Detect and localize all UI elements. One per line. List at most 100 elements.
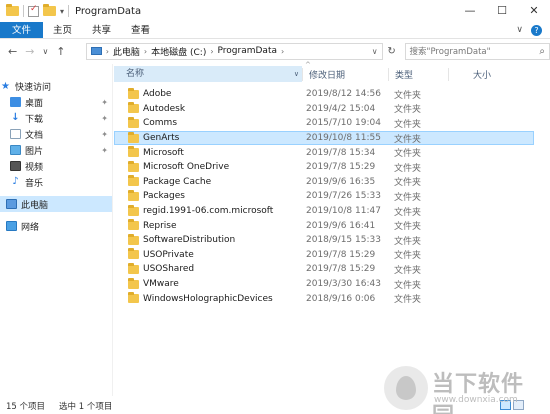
- documents-icon: [10, 129, 21, 139]
- file-row[interactable]: USOShared 2019/7/8 15:29 文件夹: [114, 262, 534, 277]
- file-row[interactable]: Autodesk 2019/4/2 15:04 文件夹: [114, 102, 534, 117]
- file-type: 文件夹: [394, 163, 422, 174]
- ribbon-tabs: 文件 主页 共享 查看 ∨ ?: [0, 22, 550, 39]
- help-icon[interactable]: ?: [531, 24, 542, 36]
- tab-view[interactable]: 查看: [121, 22, 160, 38]
- nav-item-this-pc[interactable]: 此电脑: [0, 196, 112, 212]
- breadcrumb-local-disk[interactable]: 本地磁盘 (C:): [151, 45, 206, 58]
- file-name-cell[interactable]: WindowsHolographicDevices: [114, 292, 302, 304]
- breadcrumb-separator[interactable]: ›: [144, 47, 147, 56]
- refresh-button[interactable]: ↻: [385, 46, 399, 57]
- up-button[interactable]: ↑: [56, 45, 65, 58]
- forward-button[interactable]: →: [25, 45, 34, 58]
- file-row[interactable]: Package Cache 2019/9/6 16:35 文件夹: [114, 175, 534, 190]
- file-name-cell[interactable]: GenArts: [114, 131, 302, 143]
- nav-item-network[interactable]: 网络: [0, 218, 112, 234]
- nav-buttons: ← → ∨ ↑: [0, 45, 86, 58]
- breadcrumb-separator[interactable]: ›: [210, 47, 213, 56]
- file-row[interactable]: SoftwareDistribution 2018/9/15 15:33 文件夹: [114, 233, 534, 248]
- nav-item-desktop[interactable]: 桌面 ✦: [0, 94, 112, 110]
- file-row[interactable]: GenArts 2019/10/8 11:55 文件夹: [114, 130, 534, 146]
- recent-locations-button[interactable]: ∨: [42, 47, 48, 56]
- file-name-cell[interactable]: Microsoft OneDrive: [114, 160, 302, 172]
- column-dropdown-icon[interactable]: ∨: [294, 66, 299, 82]
- file-name-cell[interactable]: Packages: [114, 189, 302, 201]
- file-name-cell[interactable]: USOPrivate: [114, 248, 302, 260]
- file-type: 文件夹: [394, 134, 422, 145]
- file-row[interactable]: VMware 2019/3/30 16:43 文件夹: [114, 277, 534, 292]
- tab-home[interactable]: 主页: [43, 22, 82, 38]
- nav-item-downloads[interactable]: ↓ 下载 ✦: [0, 110, 112, 126]
- new-folder-icon[interactable]: [43, 4, 56, 16]
- folder-icon: [128, 219, 139, 231]
- file-row[interactable]: Adobe 2019/8/12 14:56 文件夹: [114, 87, 534, 102]
- nav-label: 音乐: [25, 178, 44, 189]
- column-name[interactable]: 名称 ∨: [114, 66, 302, 82]
- file-name-cell[interactable]: Microsoft: [114, 146, 302, 158]
- title-bar: ▾ ProgramData — ☐ ✕: [0, 0, 550, 22]
- breadcrumb-separator[interactable]: ›: [281, 47, 284, 56]
- file-row[interactable]: regid.1991-06.com.microsoft 2019/10/8 11:…: [114, 204, 534, 219]
- file-name-cell[interactable]: SoftwareDistribution: [114, 233, 302, 246]
- file-type: 文件夹: [394, 236, 422, 247]
- search-icon[interactable]: ⌕: [539, 46, 549, 57]
- nav-item-music[interactable]: ♪ 音乐: [0, 174, 112, 190]
- folder-icon: [128, 175, 139, 187]
- folder-icon: [128, 146, 139, 158]
- breadcrumb-this-pc[interactable]: 此电脑: [113, 45, 140, 58]
- maximize-button[interactable]: ☐: [486, 0, 518, 22]
- search-placeholder[interactable]: 搜索"ProgramData": [410, 45, 491, 57]
- nav-item-documents[interactable]: 文档 ✦: [0, 126, 112, 142]
- folder-icon: [128, 116, 139, 128]
- file-type: 文件夹: [394, 90, 422, 101]
- file-row[interactable]: USOPrivate 2019/7/8 15:29 文件夹: [114, 248, 534, 263]
- column-headers: 名称 ∨ 修改日期 类型 大小: [114, 66, 534, 82]
- file-row[interactable]: WindowsHolographicDevices 2018/9/16 0:06 文…: [114, 291, 534, 306]
- tab-share[interactable]: 共享: [82, 22, 121, 38]
- address-bar[interactable]: › 此电脑 › 本地磁盘 (C:) › ProgramData › ∨: [85, 42, 383, 60]
- folder-icon[interactable]: [6, 4, 19, 16]
- pin-icon[interactable]: ✦: [101, 114, 108, 123]
- nav-label: 下载: [25, 114, 44, 125]
- file-row[interactable]: Comms 2015/7/10 19:04 文件夹: [114, 116, 534, 131]
- minimize-button[interactable]: —: [454, 0, 486, 22]
- file-name: SoftwareDistribution: [143, 235, 236, 246]
- close-button[interactable]: ✕: [518, 0, 550, 22]
- pin-icon[interactable]: ✦: [101, 98, 108, 107]
- file-name-cell[interactable]: Reprise: [114, 219, 302, 231]
- nav-item-videos[interactable]: 视频: [0, 158, 112, 174]
- column-date[interactable]: 修改日期: [302, 67, 388, 81]
- file-type: 文件夹: [394, 295, 422, 306]
- breadcrumb-separator[interactable]: ›: [106, 47, 109, 56]
- pane-divider[interactable]: [112, 64, 113, 396]
- file-row[interactable]: Packages 2019/7/26 15:33 文件夹: [114, 189, 534, 204]
- column-size[interactable]: 大小: [448, 67, 508, 81]
- back-button[interactable]: ←: [8, 45, 17, 58]
- column-type[interactable]: 类型: [388, 67, 448, 81]
- file-name: WindowsHolographicDevices: [143, 293, 273, 304]
- expand-ribbon-icon[interactable]: ∨: [516, 25, 523, 35]
- properties-icon[interactable]: [28, 4, 39, 17]
- file-name-cell[interactable]: regid.1991-06.com.microsoft: [114, 204, 302, 216]
- nav-quick-access[interactable]: ★ 快速访问: [0, 78, 112, 94]
- pin-icon[interactable]: ✦: [101, 146, 108, 155]
- file-name-cell[interactable]: Autodesk: [114, 102, 302, 114]
- search-box[interactable]: 搜索"ProgramData" ⌕: [404, 42, 550, 60]
- file-date: 2019/8/12 14:56: [306, 89, 381, 100]
- customize-toolbar-icon[interactable]: ▾: [60, 7, 64, 16]
- file-name-cell[interactable]: Comms: [114, 116, 302, 128]
- file-date: 2019/3/30 16:43: [306, 279, 381, 290]
- breadcrumb-programdata[interactable]: ProgramData: [218, 46, 277, 56]
- file-name-cell[interactable]: USOShared: [114, 262, 302, 274]
- file-row[interactable]: Microsoft 2019/7/8 15:34 文件夹: [114, 145, 534, 160]
- nav-item-pictures[interactable]: 图片 ✦: [0, 142, 112, 158]
- pin-icon[interactable]: ✦: [101, 130, 108, 139]
- file-name-cell[interactable]: Adobe: [114, 87, 302, 99]
- tab-file[interactable]: 文件: [0, 22, 44, 38]
- file-row[interactable]: Reprise 2019/9/6 16:41 文件夹: [114, 218, 534, 233]
- file-name-cell[interactable]: Package Cache: [114, 175, 302, 187]
- window-controls: — ☐ ✕: [454, 0, 550, 22]
- file-name-cell[interactable]: VMware: [114, 277, 302, 289]
- address-dropdown-icon[interactable]: ∨: [372, 47, 382, 56]
- file-row[interactable]: Microsoft OneDrive 2019/7/8 15:29 文件夹: [114, 160, 534, 175]
